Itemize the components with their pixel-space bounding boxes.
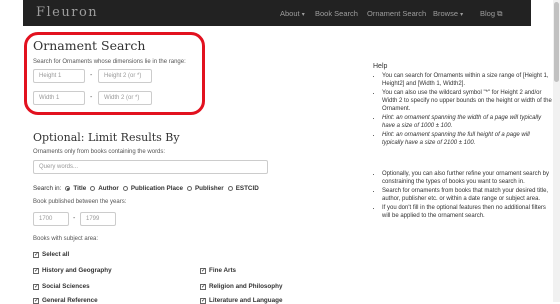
search-in-label: Search in: [33,185,62,192]
checkbox-literature-language[interactable]: ✓ Literature and Language [200,297,282,304]
nav-browse-label: Browse [433,9,459,18]
dimension-description: Search for Ornaments whose dimensions li… [33,59,186,65]
help-item: Hint: an ornament spanning the width of … [382,114,552,130]
external-link-icon: ⧉ [497,9,503,18]
caret-down-icon: ▾ [301,12,305,18]
checkbox-select-all-label: Select all [42,251,70,258]
width1-input[interactable]: Width 1 [33,91,85,105]
checkbox-general-reference[interactable]: ✓ General Reference [33,297,98,304]
scrollbar[interactable] [553,0,560,302]
help-item: Optionally, you can also further refine … [382,170,552,186]
help-list-filters: Optionally, you can also further refine … [370,170,552,221]
checkbox-fine-arts-label: Fine Arts [209,267,237,274]
width2-input[interactable]: Width 2 (or *) [98,91,152,105]
checkbox-icon: ✓ [33,267,40,274]
checkbox-icon: ✓ [200,267,207,274]
subject-label: Books with subject area: [33,236,99,242]
nav-blog[interactable]: Blog ⧉ [480,9,502,19]
height-range-dash: - [90,72,93,79]
checkbox-select-all[interactable]: ✓ Select all [33,251,69,258]
checkbox-religion-label: Religion and Philosophy [209,283,283,290]
checkbox-icon: ✓ [200,283,207,290]
help-item: You can search for Ornaments within a si… [382,72,552,88]
height1-input[interactable]: Height 1 [33,69,85,83]
radio-estcid[interactable] [227,186,233,191]
checkbox-general-reference-label: General Reference [42,297,98,304]
radio-title-label: Title [73,185,87,192]
checkbox-literature-label: Literature and Language [209,297,283,304]
checkbox-social-sciences-label: Social Sciences [42,283,90,290]
checkbox-icon: ✓ [33,251,40,258]
radio-author-label: Author [98,185,119,192]
checkbox-history-label: History and Geography [42,267,112,274]
radio-author[interactable] [90,186,96,191]
height2-input[interactable]: Height 2 (or *) [98,69,152,83]
nav-browse[interactable]: Browse ▾ [433,9,463,18]
checkbox-icon: ✓ [33,297,40,304]
checkbox-social-sciences[interactable]: ✓ Social Sciences [33,283,90,290]
nav-blog-label: Blog [480,9,496,18]
nav-book-search[interactable]: Book Search [315,9,358,18]
checkbox-icon: ✓ [200,297,207,304]
nav-about-label: About [280,9,300,18]
radio-publisher[interactable] [186,186,192,191]
checkbox-history-geography[interactable]: ✓ History and Geography [33,267,112,274]
limit-results-title: Optional: Limit Results By [33,131,180,144]
query-input[interactable]: Query words... [33,160,268,174]
checkbox-religion-philosophy[interactable]: ✓ Religion and Philosophy [200,283,282,290]
year-range-dash: - [73,215,76,222]
year-to-input[interactable]: 1799 [80,212,116,226]
radio-estcid-label: ESTCID [235,185,259,192]
width-range-dash: - [90,94,93,101]
help-title: Help [373,63,388,70]
help-item: Search for ornaments from books that mat… [382,187,552,203]
scrollbar-thumb[interactable] [554,2,559,82]
years-label: Book published between the years: [33,199,127,205]
radio-title[interactable] [65,186,71,191]
search-in-row: Search in: Title Author Publication Plac… [33,185,259,192]
help-item: If you don't fill in the optional featur… [382,204,552,220]
nav-ornament-search[interactable]: Ornament Search [367,9,426,18]
navbar: Fleuron About ▾ Book Search Ornament Sea… [23,0,531,26]
radio-publisher-label: Publisher [194,185,224,192]
brand-logo[interactable]: Fleuron [36,5,98,20]
caret-down-icon: ▾ [460,12,464,18]
radio-publication-place[interactable] [122,186,128,191]
checkbox-icon: ✓ [33,283,40,290]
help-list-dimensions: You can search for Ornaments within a si… [370,72,552,148]
ornament-search-title: Ornament Search [33,38,146,53]
help-item: You can also use the wildcard symbol "*"… [382,89,552,113]
help-item: Hint: an ornament spanning the full heig… [382,131,552,147]
nav-about[interactable]: About ▾ [280,9,305,18]
query-description: Ornaments only from books containing the… [33,149,166,155]
radio-publication-place-label: Publication Place [130,185,183,192]
year-from-input[interactable]: 1700 [33,212,69,226]
checkbox-fine-arts[interactable]: ✓ Fine Arts [200,267,236,274]
